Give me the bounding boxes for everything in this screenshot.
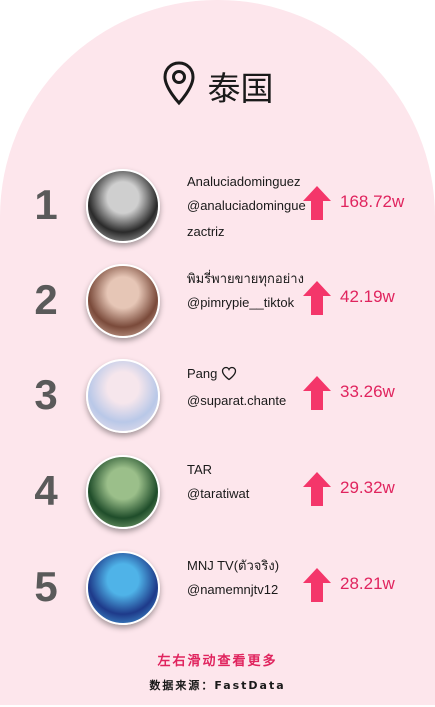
trend-up-arrow-icon (303, 376, 331, 410)
rank-number: 1 (34, 181, 58, 228)
creator-name: TAR (187, 462, 213, 477)
avatar[interactable] (86, 264, 160, 338)
ranking-row[interactable]: 5 MNJ TV(ตัวจริง) @namemnjtv12 28.21w (0, 545, 435, 635)
rank-number: 2 (34, 276, 58, 323)
heart-outline-icon (221, 366, 237, 388)
ranking-row[interactable]: 2 พิมรี่พายขายทุกอย่าง @pimrypie__tiktok… (0, 258, 435, 348)
ranking-row[interactable]: 3 Pang @suparat.chante 33.26w (0, 353, 435, 443)
follower-growth-value: 33.26w (340, 382, 395, 401)
ranking-row[interactable]: 4 TAR @taratiwat 29.32w (0, 449, 435, 539)
creator-handle[interactable]: @taratiwat (187, 481, 307, 507)
swipe-hint: 左右滑动查看更多 (157, 654, 278, 669)
location-pin-icon (162, 60, 196, 111)
creator-name: Pang (187, 363, 307, 388)
trend-up-arrow-icon (303, 281, 331, 315)
follower-growth-value: 28.21w (340, 574, 395, 593)
avatar[interactable] (86, 455, 160, 529)
follower-growth-value: 29.32w (340, 478, 395, 497)
follower-growth-value: 168.72w (340, 192, 405, 211)
creator-name: MNJ TV(ตัวจริง) (187, 558, 280, 573)
creator-handle[interactable]: @pimrypie__tiktok (187, 290, 307, 316)
avatar[interactable] (86, 169, 160, 243)
trend-up-arrow-icon (303, 568, 331, 602)
region-header: 泰国 (0, 60, 435, 111)
creator-handle[interactable]: @analuciadominguezactriz (187, 193, 307, 245)
creator-handle[interactable]: @suparat.chante (187, 388, 307, 414)
creator-name: Analuciadominguez (187, 174, 301, 189)
ranking-row[interactable]: 1 Analuciadominguez @analuciadominguezac… (0, 163, 435, 253)
rank-number: 5 (34, 563, 58, 610)
creator-name: พิมรี่พายขายทุกอย่าง (187, 271, 304, 286)
creator-handle[interactable]: @namemnjtv12 (187, 577, 307, 603)
trend-up-arrow-icon (303, 472, 331, 506)
avatar[interactable] (86, 551, 160, 625)
rank-number: 3 (34, 371, 58, 418)
rank-number: 4 (34, 467, 58, 514)
avatar[interactable] (86, 359, 160, 433)
data-source: 数据来源：FastData (149, 679, 286, 692)
page-title: 泰国 (207, 68, 274, 108)
trend-up-arrow-icon (303, 186, 331, 220)
follower-growth-value: 42.19w (340, 287, 395, 306)
